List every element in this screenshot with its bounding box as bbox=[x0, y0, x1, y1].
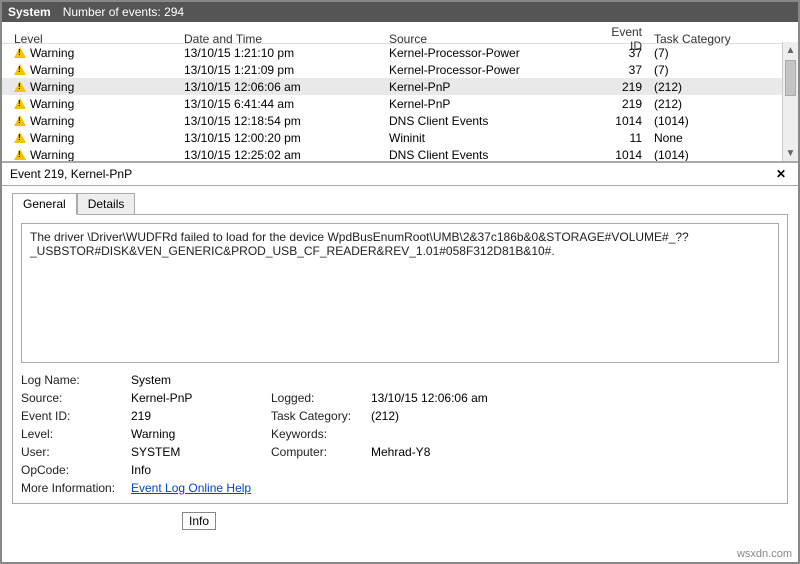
value-event-id: 219 bbox=[131, 409, 271, 423]
table-row[interactable]: Warning13/10/15 12:00:20 pmWininit11None bbox=[2, 129, 798, 146]
cell-task-category: (1014) bbox=[650, 114, 790, 128]
warning-icon bbox=[14, 98, 26, 109]
event-count: Number of events: 294 bbox=[63, 5, 184, 19]
label-log-name: Log Name: bbox=[21, 373, 131, 387]
cell-task-category: (212) bbox=[650, 80, 790, 94]
label-more-info: More Information: bbox=[21, 481, 131, 495]
cell-level: Warning bbox=[10, 97, 180, 111]
label-user: User: bbox=[21, 445, 131, 459]
warning-icon bbox=[14, 47, 26, 58]
tab-content-general: The driver \Driver\WUDFRd failed to load… bbox=[12, 214, 788, 504]
warning-icon bbox=[14, 115, 26, 126]
grid-header: Level Date and Time Source Event ID Task… bbox=[2, 22, 798, 44]
cell-date-time: 13/10/15 1:21:10 pm bbox=[180, 46, 385, 60]
cell-level: Warning bbox=[10, 46, 180, 60]
value-logged: 13/10/15 12:06:06 am bbox=[371, 391, 571, 405]
tab-details[interactable]: Details bbox=[77, 193, 136, 215]
table-row[interactable]: Warning13/10/15 1:21:09 pmKernel-Process… bbox=[2, 61, 798, 78]
cell-date-time: 13/10/15 12:06:06 am bbox=[180, 80, 385, 94]
table-row[interactable]: Warning13/10/15 1:21:10 pmKernel-Process… bbox=[2, 44, 798, 61]
cell-task-category: (212) bbox=[650, 97, 790, 111]
cell-source: Kernel-PnP bbox=[385, 80, 595, 94]
label-computer: Computer: bbox=[271, 445, 371, 459]
cell-date-time: 13/10/15 12:00:20 pm bbox=[180, 131, 385, 145]
cell-source: Kernel-Processor-Power bbox=[385, 63, 595, 77]
detail-title: Event 219, Kernel-PnP bbox=[10, 167, 132, 181]
warning-icon bbox=[14, 132, 26, 143]
warning-icon bbox=[14, 81, 26, 92]
close-icon[interactable]: ✕ bbox=[772, 167, 790, 181]
label-task-category: Task Category: bbox=[271, 409, 371, 423]
cell-source: DNS Client Events bbox=[385, 148, 595, 162]
cell-event-id: 11 bbox=[595, 131, 650, 145]
event-grid: Level Date and Time Source Event ID Task… bbox=[2, 22, 798, 162]
cell-level: Warning bbox=[10, 63, 180, 77]
value-task-category: (212) bbox=[371, 409, 571, 423]
cell-task-category: (7) bbox=[650, 46, 790, 60]
cell-date-time: 13/10/15 6:41:44 am bbox=[180, 97, 385, 111]
value-source: Kernel-PnP bbox=[131, 391, 271, 405]
tooltip: Info bbox=[182, 512, 216, 530]
cell-task-category: None bbox=[650, 131, 790, 145]
cell-task-category: (7) bbox=[650, 63, 790, 77]
warning-icon bbox=[14, 149, 26, 160]
table-row[interactable]: Warning13/10/15 12:06:06 amKernel-PnP219… bbox=[2, 78, 798, 95]
grid-body: Warning13/10/15 1:21:10 pmKernel-Process… bbox=[2, 44, 798, 162]
warning-icon bbox=[14, 64, 26, 75]
cell-source: Kernel-Processor-Power bbox=[385, 46, 595, 60]
table-row[interactable]: Warning13/10/15 12:18:54 pmDNS Client Ev… bbox=[2, 112, 798, 129]
log-title: System bbox=[8, 5, 51, 19]
cell-task-category: (1014) bbox=[650, 148, 790, 162]
cell-date-time: 13/10/15 12:25:02 am bbox=[180, 148, 385, 162]
scroll-down-arrow[interactable]: ▼ bbox=[783, 145, 798, 161]
link-online-help[interactable]: Event Log Online Help bbox=[131, 481, 251, 495]
table-row[interactable]: Warning13/10/15 6:41:44 amKernel-PnP219(… bbox=[2, 95, 798, 112]
value-opcode: Info bbox=[131, 463, 271, 477]
cell-event-id: 1014 bbox=[595, 114, 650, 128]
cell-date-time: 13/10/15 12:18:54 pm bbox=[180, 114, 385, 128]
value-log-name: System bbox=[131, 373, 271, 387]
cell-level: Warning bbox=[10, 131, 180, 145]
event-properties: Log Name: System Source: Kernel-PnP Logg… bbox=[21, 373, 779, 495]
cell-level: Warning bbox=[10, 148, 180, 162]
value-level: Warning bbox=[131, 427, 271, 441]
scroll-thumb[interactable] bbox=[785, 60, 796, 96]
value-computer: Mehrad-Y8 bbox=[371, 445, 571, 459]
cell-source: Kernel-PnP bbox=[385, 97, 595, 111]
scroll-up-arrow[interactable]: ▲ bbox=[783, 42, 798, 58]
cell-level: Warning bbox=[10, 80, 180, 94]
cell-source: DNS Client Events bbox=[385, 114, 595, 128]
value-keywords bbox=[371, 427, 571, 441]
table-row[interactable]: Warning13/10/15 12:25:02 amDNS Client Ev… bbox=[2, 146, 798, 162]
cell-date-time: 13/10/15 1:21:09 pm bbox=[180, 63, 385, 77]
cell-event-id: 1014 bbox=[595, 148, 650, 162]
value-user: SYSTEM bbox=[131, 445, 271, 459]
top-bar: System Number of events: 294 bbox=[2, 2, 798, 22]
cell-event-id: 37 bbox=[595, 46, 650, 60]
vertical-scrollbar[interactable]: ▲ ▼ bbox=[782, 42, 798, 161]
detail-title-bar: Event 219, Kernel-PnP ✕ bbox=[2, 162, 798, 186]
label-source: Source: bbox=[21, 391, 131, 405]
tab-general[interactable]: General bbox=[12, 193, 77, 215]
cell-level: Warning bbox=[10, 114, 180, 128]
label-opcode: OpCode: bbox=[21, 463, 131, 477]
event-message[interactable]: The driver \Driver\WUDFRd failed to load… bbox=[21, 223, 779, 363]
label-keywords: Keywords: bbox=[271, 427, 371, 441]
label-event-id: Event ID: bbox=[21, 409, 131, 423]
tabs: General Details bbox=[2, 186, 798, 214]
cell-source: Wininit bbox=[385, 131, 595, 145]
label-logged: Logged: bbox=[271, 391, 371, 405]
cell-event-id: 37 bbox=[595, 63, 650, 77]
cell-event-id: 219 bbox=[595, 80, 650, 94]
footer-url: wsxdn.com bbox=[737, 548, 792, 560]
cell-event-id: 219 bbox=[595, 97, 650, 111]
label-level: Level: bbox=[21, 427, 131, 441]
